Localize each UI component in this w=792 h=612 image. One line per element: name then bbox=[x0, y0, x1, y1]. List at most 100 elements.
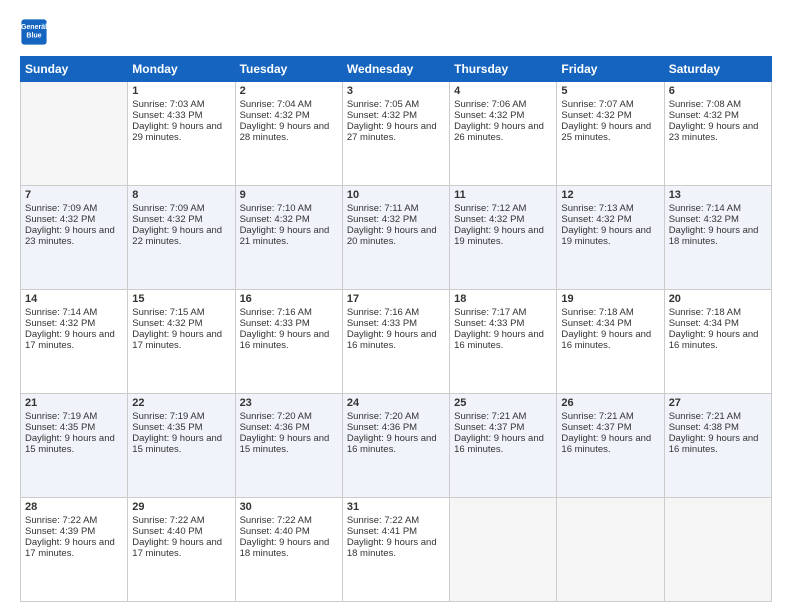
day-number: 3 bbox=[347, 85, 445, 97]
calendar-day-cell: 12Sunrise: 7:13 AMSunset: 4:32 PMDayligh… bbox=[557, 186, 664, 290]
daylight-text: Daylight: 9 hours and 18 minutes. bbox=[347, 537, 445, 559]
calendar-day-cell bbox=[557, 498, 664, 602]
calendar-day-cell: 6Sunrise: 7:08 AMSunset: 4:32 PMDaylight… bbox=[664, 82, 771, 186]
daylight-text: Daylight: 9 hours and 19 minutes. bbox=[561, 225, 659, 247]
calendar-day-cell: 8 Sunrise: 7:09 AMSunset: 4:32 PMDaylight… bbox=[128, 186, 235, 290]
calendar-day-cell: 28Sunrise: 7:22 AMSunset: 4:39 PMDayligh… bbox=[21, 498, 128, 602]
calendar-dow-sunday: Sunday bbox=[21, 57, 128, 82]
daylight-text: Daylight: 9 hours and 19 minutes. bbox=[454, 225, 552, 247]
calendar-day-cell: 30Sunrise: 7:22 AMSunset: 4:40 PMDayligh… bbox=[235, 498, 342, 602]
daylight-text: Daylight: 9 hours and 28 minutes. bbox=[240, 121, 338, 143]
calendar-header-row: SundayMondayTuesdayWednesdayThursdayFrid… bbox=[21, 57, 772, 82]
daylight-text: Daylight: 9 hours and 21 minutes. bbox=[240, 225, 338, 247]
day-number: 18 bbox=[454, 293, 552, 305]
daylight-text: Daylight: 9 hours and 16 minutes. bbox=[561, 329, 659, 351]
calendar-dow-wednesday: Wednesday bbox=[342, 57, 449, 82]
sunset-text: Sunset: 4:40 PM bbox=[132, 526, 230, 537]
calendar-day-cell: 20Sunrise: 7:18 AMSunset: 4:34 PMDayligh… bbox=[664, 290, 771, 394]
calendar-day-cell: 27Sunrise: 7:21 AMSunset: 4:38 PMDayligh… bbox=[664, 394, 771, 498]
sunrise-text: Sunrise: 7:18 AM bbox=[561, 307, 659, 318]
sunrise-text: Sunrise: 7:14 AM bbox=[669, 203, 767, 214]
calendar-day-cell: 26Sunrise: 7:21 AMSunset: 4:37 PMDayligh… bbox=[557, 394, 664, 498]
day-number: 24 bbox=[347, 397, 445, 409]
daylight-text: Daylight: 9 hours and 16 minutes. bbox=[240, 329, 338, 351]
day-number: 26 bbox=[561, 397, 659, 409]
sunrise-text: Sunrise: 7:09 AM bbox=[132, 203, 230, 214]
daylight-text: Daylight: 9 hours and 25 minutes. bbox=[561, 121, 659, 143]
daylight-text: Daylight: 9 hours and 18 minutes. bbox=[240, 537, 338, 559]
daylight-text: Daylight: 9 hours and 29 minutes. bbox=[132, 121, 230, 143]
calendar-day-cell: 13Sunrise: 7:14 AMSunset: 4:32 PMDayligh… bbox=[664, 186, 771, 290]
sunset-text: Sunset: 4:32 PM bbox=[561, 214, 659, 225]
day-number: 20 bbox=[669, 293, 767, 305]
day-number: 27 bbox=[669, 397, 767, 409]
sunset-text: Sunset: 4:33 PM bbox=[132, 110, 230, 121]
sunset-text: Sunset: 4:35 PM bbox=[132, 422, 230, 433]
day-number: 15 bbox=[132, 293, 230, 305]
sunset-text: Sunset: 4:36 PM bbox=[240, 422, 338, 433]
page: General Blue SundayMondayTuesdayWednesda… bbox=[0, 0, 792, 612]
sunrise-text: Sunrise: 7:17 AM bbox=[454, 307, 552, 318]
day-number: 28 bbox=[25, 501, 123, 513]
sunset-text: Sunset: 4:34 PM bbox=[669, 318, 767, 329]
sunrise-text: Sunrise: 7:22 AM bbox=[25, 515, 123, 526]
day-number: 8 bbox=[132, 189, 230, 201]
calendar-day-cell: 18Sunrise: 7:17 AMSunset: 4:33 PMDayligh… bbox=[450, 290, 557, 394]
sunrise-text: Sunrise: 7:20 AM bbox=[347, 411, 445, 422]
sunrise-text: Sunrise: 7:05 AM bbox=[347, 99, 445, 110]
sunset-text: Sunset: 4:32 PM bbox=[669, 214, 767, 225]
sunset-text: Sunset: 4:41 PM bbox=[347, 526, 445, 537]
calendar-day-cell: 1Sunrise: 7:03 AMSunset: 4:33 PMDaylight… bbox=[128, 82, 235, 186]
svg-text:General: General bbox=[21, 24, 47, 31]
sunset-text: Sunset: 4:32 PM bbox=[132, 214, 230, 225]
daylight-text: Daylight: 9 hours and 16 minutes. bbox=[561, 433, 659, 455]
calendar-day-cell: 29Sunrise: 7:22 AMSunset: 4:40 PMDayligh… bbox=[128, 498, 235, 602]
sunset-text: Sunset: 4:33 PM bbox=[240, 318, 338, 329]
sunrise-text: Sunrise: 7:08 AM bbox=[669, 99, 767, 110]
daylight-text: Daylight: 9 hours and 16 minutes. bbox=[347, 433, 445, 455]
calendar-week-row: 1Sunrise: 7:03 AMSunset: 4:33 PMDaylight… bbox=[21, 82, 772, 186]
daylight-text: Daylight: 9 hours and 16 minutes. bbox=[669, 329, 767, 351]
day-number: 17 bbox=[347, 293, 445, 305]
day-number: 12 bbox=[561, 189, 659, 201]
day-number: 14 bbox=[25, 293, 123, 305]
sunrise-text: Sunrise: 7:09 AM bbox=[25, 203, 123, 214]
calendar-day-cell: 21Sunrise: 7:19 AMSunset: 4:35 PMDayligh… bbox=[21, 394, 128, 498]
sunset-text: Sunset: 4:33 PM bbox=[454, 318, 552, 329]
calendar-day-cell: 22Sunrise: 7:19 AMSunset: 4:35 PMDayligh… bbox=[128, 394, 235, 498]
sunrise-text: Sunrise: 7:12 AM bbox=[454, 203, 552, 214]
sunrise-text: Sunrise: 7:15 AM bbox=[132, 307, 230, 318]
logo: General Blue bbox=[20, 18, 52, 46]
day-number: 30 bbox=[240, 501, 338, 513]
svg-text:Blue: Blue bbox=[26, 33, 41, 40]
day-number: 5 bbox=[561, 85, 659, 97]
day-number: 22 bbox=[132, 397, 230, 409]
sunrise-text: Sunrise: 7:04 AM bbox=[240, 99, 338, 110]
calendar-day-cell: 25Sunrise: 7:21 AMSunset: 4:37 PMDayligh… bbox=[450, 394, 557, 498]
daylight-text: Daylight: 9 hours and 26 minutes. bbox=[454, 121, 552, 143]
calendar-day-cell: 31Sunrise: 7:22 AMSunset: 4:41 PMDayligh… bbox=[342, 498, 449, 602]
sunset-text: Sunset: 4:36 PM bbox=[347, 422, 445, 433]
sunrise-text: Sunrise: 7:06 AM bbox=[454, 99, 552, 110]
calendar-day-cell: 3Sunrise: 7:05 AMSunset: 4:32 PMDaylight… bbox=[342, 82, 449, 186]
sunrise-text: Sunrise: 7:07 AM bbox=[561, 99, 659, 110]
sunrise-text: Sunrise: 7:20 AM bbox=[240, 411, 338, 422]
sunset-text: Sunset: 4:32 PM bbox=[669, 110, 767, 121]
sunrise-text: Sunrise: 7:16 AM bbox=[347, 307, 445, 318]
sunset-text: Sunset: 4:32 PM bbox=[25, 318, 123, 329]
calendar-day-cell bbox=[21, 82, 128, 186]
sunset-text: Sunset: 4:32 PM bbox=[561, 110, 659, 121]
sunset-text: Sunset: 4:34 PM bbox=[561, 318, 659, 329]
sunrise-text: Sunrise: 7:11 AM bbox=[347, 203, 445, 214]
daylight-text: Daylight: 9 hours and 16 minutes. bbox=[669, 433, 767, 455]
sunrise-text: Sunrise: 7:22 AM bbox=[347, 515, 445, 526]
day-number: 13 bbox=[669, 189, 767, 201]
calendar-day-cell: 5 Sunrise: 7:07 AMSunset: 4:32 PMDaylight… bbox=[557, 82, 664, 186]
daylight-text: Daylight: 9 hours and 22 minutes. bbox=[132, 225, 230, 247]
daylight-text: Daylight: 9 hours and 20 minutes. bbox=[347, 225, 445, 247]
daylight-text: Daylight: 9 hours and 17 minutes. bbox=[132, 329, 230, 351]
daylight-text: Daylight: 9 hours and 16 minutes. bbox=[454, 433, 552, 455]
sunset-text: Sunset: 4:37 PM bbox=[454, 422, 552, 433]
day-number: 29 bbox=[132, 501, 230, 513]
calendar-dow-monday: Monday bbox=[128, 57, 235, 82]
